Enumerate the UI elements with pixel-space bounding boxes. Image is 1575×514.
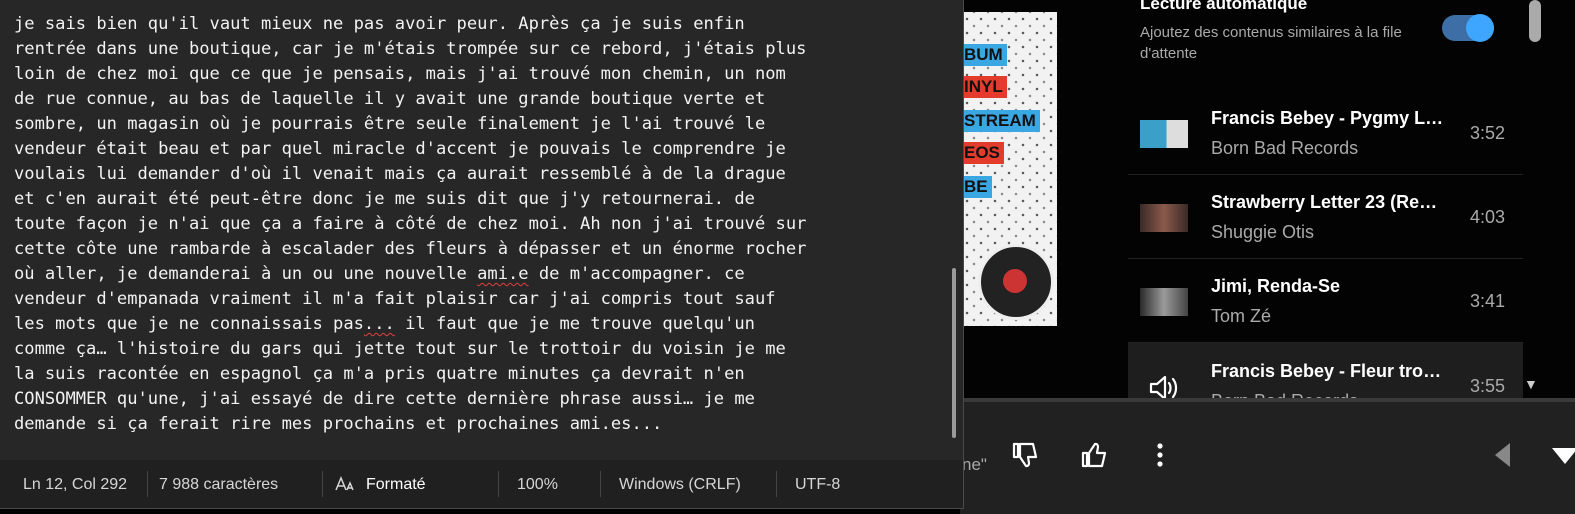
text-line: cette côte une rambarde à escalader des … [14, 239, 807, 259]
cursor-position: Ln 12, Col 292 [23, 476, 128, 493]
text-line: demande si ça ferait rire mes prochains … [14, 414, 663, 434]
track-artist: Tom Zé [1211, 306, 1272, 326]
album-tag: INYL [960, 76, 1007, 98]
status-divider [147, 471, 148, 497]
text-line: loin de chez moi que ce que je pensais, … [14, 64, 786, 84]
autoplay-description: Ajoutez des contenus similaires à la fil… [1140, 24, 1402, 62]
text-line: toute façon je n'ai que ça a faire à côt… [14, 214, 807, 234]
album-tag: EOS [960, 142, 1004, 164]
more-options-icon[interactable] [1140, 435, 1180, 475]
track-title: Francis Bebey - Fleur tropicale [1211, 361, 1451, 381]
dislike-icon[interactable] [1006, 435, 1046, 475]
queue-item[interactable]: Strawberry Letter 23 (Remastered) Shuggi… [1128, 174, 1523, 259]
text-line: rentrée dans une boutique, car je m'étai… [14, 39, 807, 59]
status-divider [322, 471, 323, 497]
track-duration: 3:41 [1470, 291, 1506, 311]
text-editor[interactable]: je sais bien qu'il vaut mieux ne pas avo… [14, 12, 944, 437]
track-title: Jimi, Renda-Se [1211, 276, 1341, 296]
track-duration: 3:52 [1470, 123, 1506, 143]
encoding[interactable]: UTF-8 [795, 476, 840, 494]
spellcheck-word: ami.e [477, 264, 529, 284]
status-divider [776, 471, 777, 497]
format-icon [335, 476, 355, 497]
text-line: les mots que je ne connaissais pas [14, 314, 364, 334]
editor-scrollbar-thumb[interactable] [952, 268, 956, 438]
track-artist: Shuggie Otis [1211, 222, 1315, 242]
album-art: BUM INYL STREAM EOS BE [960, 12, 1057, 326]
queue-item[interactable]: Jimi, Renda-Se Tom Zé 3:41 [1128, 258, 1523, 343]
album-tag: BUM [960, 44, 1007, 66]
track-title: Strawberry Letter 23 (Remastered) [1211, 192, 1451, 212]
notepad-window: je sais bien qu'il vaut mieux ne pas avo… [0, 0, 964, 509]
text-line: de m'accompagner. ce [528, 264, 745, 284]
track-duration: 4:03 [1470, 207, 1506, 227]
track-thumbnail [1140, 204, 1188, 232]
text-line: je sais bien qu'il vaut mieux ne pas avo… [14, 14, 745, 34]
text-line: sombre, un magasin où je pourrais être s… [14, 114, 766, 134]
track-artist: Born Bad Records [1211, 138, 1359, 158]
text-line: comme ça… l'histoire du gars qui jette t… [14, 339, 786, 359]
text-line: où aller, je demanderai à un ou une nouv… [14, 264, 478, 284]
queue-item[interactable]: Francis Bebey - Pygmy Love Song Born Bad… [1128, 90, 1523, 175]
text-line: de rue connue, au bas de laquelle il y a… [14, 89, 766, 109]
scroll-down-icon[interactable]: ▼ [1524, 376, 1538, 392]
like-icon[interactable] [1075, 435, 1115, 475]
track-duration: 3:55 [1470, 376, 1506, 396]
line-ending[interactable]: Windows (CRLF) [619, 476, 741, 494]
text-line: CONSOMMER qu'une, j'ai essayé de dire ce… [14, 389, 755, 409]
track-thumbnail [1140, 120, 1188, 148]
album-tag: STREAM [960, 110, 1040, 132]
character-count: 7 988 caractères [159, 476, 279, 493]
text-line: il faut que je me trouve quelqu'un [394, 314, 755, 334]
text-line: voulais lui demander d'où il venait mais… [14, 164, 786, 184]
status-divider [498, 471, 499, 497]
album-tag: BE [960, 176, 992, 198]
text-line: et c'en aurait été peut-être donc je me … [14, 189, 755, 209]
spellcheck-word: ... [363, 314, 395, 334]
previous-icon[interactable] [1482, 435, 1522, 475]
format-label[interactable]: Formaté [366, 476, 426, 494]
track-thumbnail [1140, 288, 1188, 316]
queue-scrollbar[interactable] [1529, 0, 1541, 42]
autoplay-toggle[interactable] [1442, 14, 1494, 42]
status-bar: Ln 12, Col 292 7 988 caractères Formaté … [0, 460, 963, 508]
text-line: la suis racontée en espagnol ça m'a pris… [14, 364, 745, 384]
expand-icon[interactable] [1545, 435, 1575, 475]
text-line: vendeur d'empanada vraiment il m'a fait … [14, 289, 776, 309]
player-snippet: ne" [962, 455, 987, 474]
text-line: vendeur était beau et par quel miracle d… [14, 139, 786, 159]
status-divider [600, 471, 601, 497]
zoom-level[interactable]: 100% [517, 476, 558, 494]
toggle-knob [1466, 14, 1494, 42]
record-label-logo [978, 244, 1054, 320]
track-title: Francis Bebey - Pygmy Love Song [1211, 108, 1451, 128]
autoplay-title: Lecture automatique [1140, 0, 1308, 13]
